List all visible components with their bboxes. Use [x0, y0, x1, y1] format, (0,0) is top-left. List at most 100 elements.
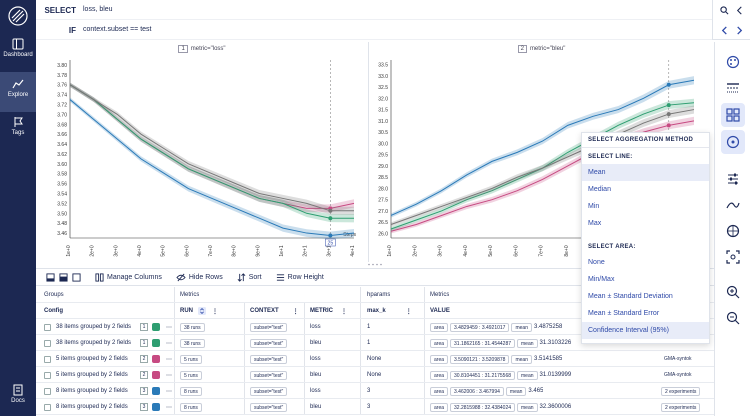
value-column[interactable]: VALUE	[430, 303, 450, 319]
sort-button[interactable]: Sort	[237, 272, 262, 282]
row-checkbox[interactable]	[44, 339, 51, 347]
area-option[interactable]: Min/Max	[582, 271, 709, 288]
runs-pill[interactable]: 8 runs	[180, 386, 202, 396]
zoom-in-button[interactable]	[721, 280, 745, 304]
group-label: 5 items grouped by 2 fields	[56, 356, 128, 362]
runs-pill[interactable]: 5 runs	[180, 354, 202, 364]
hover-point[interactable]	[666, 112, 671, 117]
highlight-button[interactable]	[721, 219, 745, 243]
chevron-left-icon[interactable]	[735, 6, 744, 15]
chevron-left-icon[interactable]	[720, 25, 729, 35]
hide-rows-button[interactable]: Hide Rows	[176, 273, 223, 282]
smoothing-button[interactable]	[721, 167, 745, 191]
row-height-button[interactable]: Row Height	[276, 273, 324, 282]
hover-point[interactable]	[328, 216, 333, 221]
row-checkbox[interactable]	[44, 387, 51, 395]
table-full-icon[interactable]	[72, 272, 81, 282]
run-column[interactable]: RUN ⋮	[180, 303, 218, 319]
area-option[interactable]: Mean ± Standard Error	[582, 305, 709, 322]
query-bar: SELECT loss, bleu IF context.subset == t…	[36, 0, 750, 40]
sidebar-item-dashboard[interactable]: Dashboard	[0, 32, 36, 72]
zoom-out-button[interactable]	[721, 306, 745, 330]
runs-pill[interactable]: 5 runs	[180, 370, 202, 380]
hover-point[interactable]	[666, 123, 671, 128]
runs-pill[interactable]: 38 runs	[180, 322, 205, 332]
aggregation-toggle-icon[interactable]	[198, 307, 206, 315]
x-tick-label: 7e+0	[539, 245, 545, 256]
runs-pill[interactable]: 38 runs	[180, 338, 205, 348]
row-menu-icon[interactable]: ⋯	[166, 372, 172, 379]
line-option[interactable]: Max	[582, 215, 709, 232]
row-checkbox[interactable]	[44, 355, 51, 363]
group-index-badge: 1	[140, 339, 148, 347]
x-tick-label: 5e+0	[161, 245, 167, 256]
sort-icon	[237, 272, 246, 282]
chart-controls	[714, 42, 750, 416]
search-icon[interactable]	[719, 5, 729, 15]
row-checkbox[interactable]	[44, 371, 51, 379]
area-range: 3.4829459 : 3.4921017	[450, 322, 510, 332]
capture-button[interactable]	[721, 245, 745, 269]
sidebar-item-docs[interactable]: Docs	[0, 378, 36, 416]
panel-title: 2 metric="bleu"	[369, 45, 714, 53]
column-menu-icon[interactable]: ⋮	[212, 308, 218, 315]
column-menu-icon[interactable]: ⋮	[406, 308, 412, 315]
config-column[interactable]: Config	[44, 303, 63, 319]
manage-columns-button[interactable]: Manage Columns	[95, 272, 162, 282]
table-row[interactable]: 8 items grouped by 2 fields 3 ⋯ 8 runs subse…	[36, 399, 714, 415]
x-tick-label: 4e+0	[137, 245, 143, 256]
select-input[interactable]: loss, bleu	[83, 6, 113, 13]
row-menu-icon[interactable]: ⋯	[166, 388, 172, 395]
series-line[interactable]	[69, 84, 355, 209]
palette-button[interactable]	[721, 50, 745, 74]
sidebar-item-explore[interactable]: Explore	[0, 72, 36, 112]
panel-title: 1 metric="loss"	[36, 45, 368, 53]
context-column[interactable]: CONTEXT ⋮	[250, 303, 299, 319]
row-menu-icon[interactable]: ⋯	[166, 324, 172, 331]
hover-point[interactable]	[328, 233, 333, 238]
row-menu-icon[interactable]: ⋯	[166, 340, 172, 347]
sidebar-item-tags[interactable]: Tags	[0, 110, 36, 150]
query-actions-bottom	[712, 20, 750, 40]
y-tick-label: 3.72	[57, 103, 67, 109]
if-input[interactable]: context.subset == test	[83, 26, 152, 33]
x-axis-button[interactable]	[721, 193, 745, 217]
stroke-style-button[interactable]	[721, 76, 745, 100]
hover-point[interactable]	[666, 82, 671, 87]
line-option[interactable]: Median	[582, 181, 709, 198]
table-row[interactable]: 5 items grouped by 2 fields 2 ⋯ 5 runs subse…	[36, 351, 714, 367]
maxk-value: None	[367, 356, 382, 362]
hover-point[interactable]	[328, 208, 333, 213]
area-option[interactable]: Mean ± Standard Deviation	[582, 288, 709, 305]
runs-pill[interactable]: 8 runs	[180, 402, 202, 412]
maxk-value: 3	[367, 404, 371, 410]
aggregation-button[interactable]	[721, 130, 745, 154]
row-menu-icon[interactable]: ⋯	[166, 404, 172, 411]
y-tick-label: 29.5	[378, 153, 388, 159]
area-option[interactable]: None	[582, 254, 709, 271]
table-hide-icon[interactable]	[46, 272, 55, 282]
series-band	[70, 97, 354, 240]
resize-handle-icon[interactable]	[366, 263, 384, 266]
column-menu-icon[interactable]: ⋮	[341, 308, 347, 315]
hover-point[interactable]	[666, 103, 671, 108]
group-button[interactable]	[721, 103, 745, 127]
table-row[interactable]: 5 items grouped by 2 fields 2 ⋯ 5 runs subse…	[36, 367, 714, 383]
series-line[interactable]	[69, 84, 354, 212]
line-option[interactable]: Min	[582, 198, 709, 215]
column-menu-icon[interactable]: ⋮	[293, 308, 299, 315]
line-option[interactable]: Mean	[582, 164, 709, 181]
loss-chart[interactable]: 3.80 3.78 3.76 3.74 3.72 3.70 3.68 3.66 3.64 3.62…	[36, 42, 368, 262]
row-checkbox[interactable]	[44, 323, 51, 331]
metric-column[interactable]: METRIC ⋮	[310, 303, 347, 319]
row-checkbox[interactable]	[44, 403, 51, 411]
group-index-badge: 2	[140, 355, 148, 363]
maxk-column[interactable]: max_k ⋮	[367, 303, 412, 319]
x-tick-label: 7e+0	[208, 245, 214, 256]
table-half-icon[interactable]	[59, 272, 68, 282]
table-row[interactable]: 8 items grouped by 2 fields 3 ⋯ 8 runs subse…	[36, 383, 714, 399]
chevron-right-icon[interactable]	[735, 25, 744, 35]
area-option[interactable]: Confidence Interval (95%)	[582, 322, 709, 339]
y-tick-label: 3.66	[57, 132, 67, 138]
row-menu-icon[interactable]: ⋯	[166, 356, 172, 363]
